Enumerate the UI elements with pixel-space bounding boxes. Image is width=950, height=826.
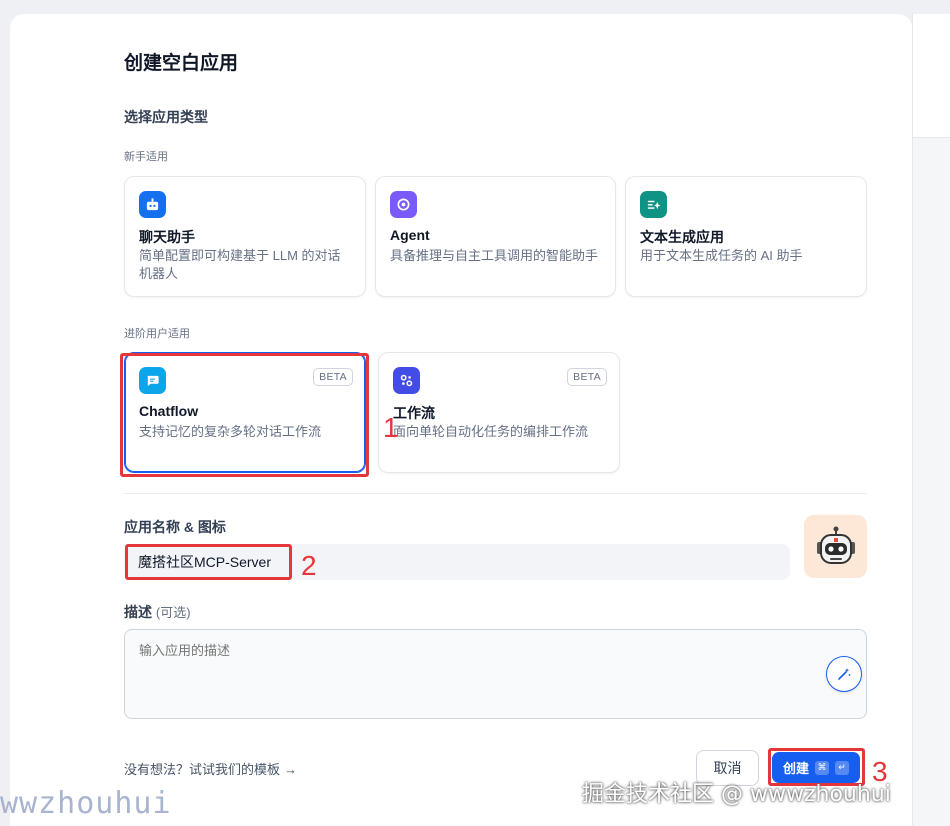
section-divider <box>124 493 867 494</box>
watermark-left: wwzhouhui <box>0 786 172 821</box>
ai-generate-description-button[interactable] <box>826 656 862 692</box>
app-type-name: Chatflow <box>139 403 199 419</box>
text-generate-icon <box>640 191 667 218</box>
app-type-card-text-generation[interactable]: 文本生成应用 用于文本生成任务的 AI 助手 <box>625 176 867 297</box>
description-label: 描述 (可选) <box>124 604 191 620</box>
app-type-name: 工作流 <box>393 405 435 421</box>
dialog-title: 创建空白应用 <box>124 53 239 74</box>
beta-badge: BETA <box>313 368 353 386</box>
name-icon-label: 应用名称 & 图标 <box>124 519 226 535</box>
app-type-desc: 具备推理与自主工具调用的智能助手 <box>390 248 599 263</box>
try-template-link[interactable]: 没有想法？试试我们的模板 → <box>124 759 297 778</box>
chatflow-icon <box>139 367 166 394</box>
app-type-desc: 简单配置即可构建基于 LLM 的对话机器人 <box>139 248 341 281</box>
magic-wand-icon <box>838 668 851 680</box>
app-type-card-workflow[interactable]: BETA 工作流 面向单轮自动化任务的编排工作流 <box>378 352 620 473</box>
app-type-desc: 用于文本生成任务的 AI 助手 <box>640 248 803 263</box>
app-type-card-chatbot[interactable]: 聊天助手 简单配置即可构建基于 LLM 的对话机器人 <box>124 176 366 297</box>
advanced-group-label: 进阶用户适用 <box>124 328 190 340</box>
app-avatar-picker[interactable] <box>804 515 867 578</box>
description-textarea[interactable] <box>124 629 867 719</box>
app-type-name: 聊天助手 <box>139 229 195 245</box>
app-type-desc: 支持记忆的复杂多轮对话工作流 <box>139 424 322 439</box>
watermark-right: 掘金技术社区 @ wwwzhouhui <box>582 782 891 807</box>
app-type-card-chatflow[interactable]: BETA Chatflow 支持记忆的复杂多轮对话工作流 <box>124 352 366 473</box>
app-type-name: 文本生成应用 <box>640 229 724 245</box>
app-type-section-title: 选择应用类型 <box>124 109 208 125</box>
workflow-icon <box>393 367 420 394</box>
arrow-right-icon: → <box>284 762 298 777</box>
app-type-name: Agent <box>390 227 430 243</box>
app-name-input[interactable] <box>124 544 790 580</box>
beta-badge: BETA <box>567 368 607 386</box>
robot-avatar-icon <box>816 526 855 564</box>
annotation-number-1: 1 <box>383 412 399 443</box>
app-type-card-agent[interactable]: Agent 具备推理与自主工具调用的智能助手 <box>375 176 616 297</box>
enter-key-icon: ↵ <box>835 760 849 775</box>
chat-bot-icon <box>139 191 166 218</box>
cmd-key-icon: ⌘ <box>815 760 829 775</box>
app-type-desc: 面向单轮自动化任务的编排工作流 <box>393 424 589 439</box>
beginner-group-label: 新手适用 <box>124 151 168 163</box>
side-panel <box>912 14 950 826</box>
annotation-number-2: 2 <box>301 550 317 581</box>
agent-icon <box>390 191 417 218</box>
